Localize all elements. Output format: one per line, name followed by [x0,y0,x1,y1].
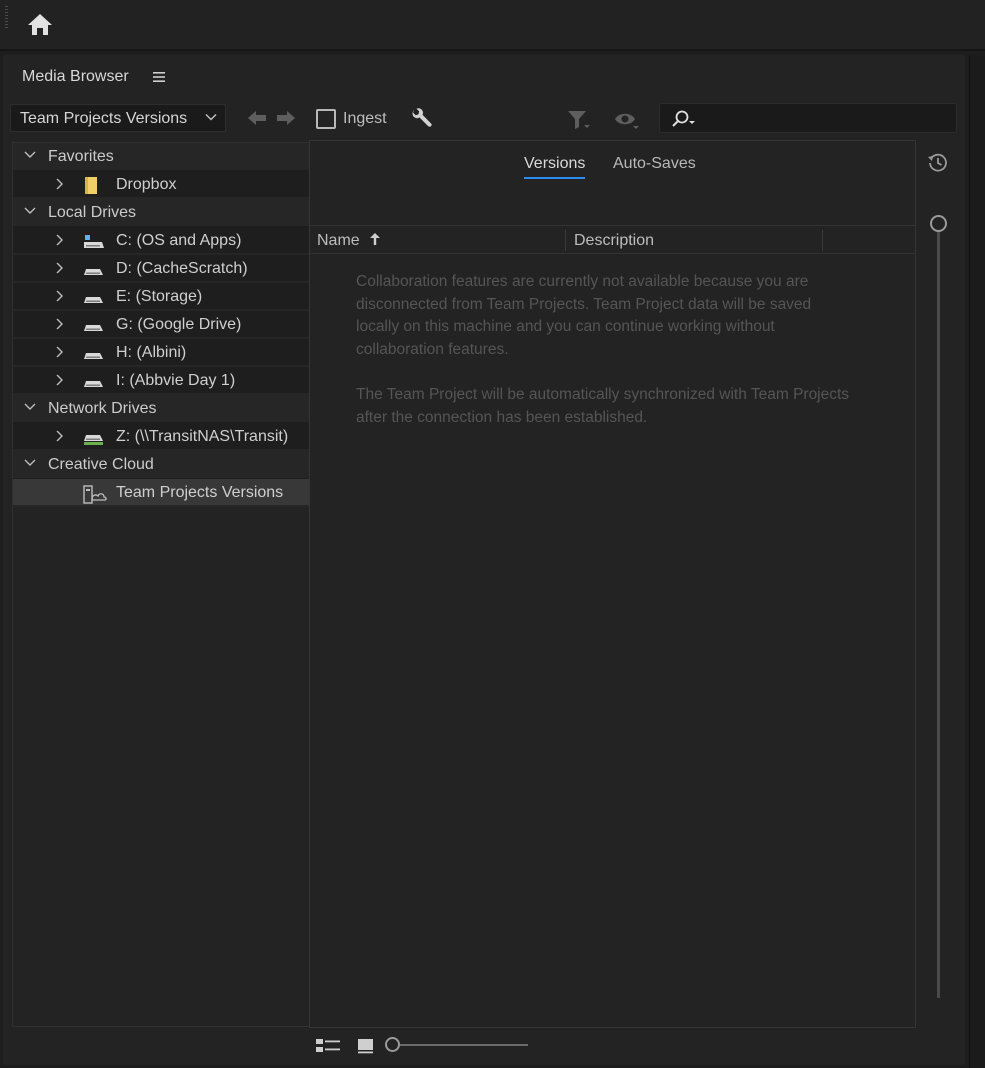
chevron-right-icon[interactable] [55,233,65,247]
adjacent-panel-edge [969,55,985,1068]
message-paragraph: The Team Project will be automatically s… [356,385,850,426]
tree-group-local-drives[interactable]: Local Drives [13,199,309,227]
sort-ascending-icon[interactable] [369,232,381,246]
tree-item-label: Z: (\\TransitNAS\Transit) [116,428,289,445]
folder-icon [85,177,97,194]
location-dropdown-value: Team Projects Versions [20,110,188,127]
tree-group-creative-cloud[interactable]: Creative Cloud [13,451,309,479]
tree-item-drive-d[interactable]: D: (CacheScratch) [13,255,309,283]
column-description[interactable]: Description [574,232,654,250]
media-browser-toolbar: Team Projects Versions Ingest [3,101,965,137]
drive-icon [84,297,103,303]
tree-item-drive-z[interactable]: Z: (\\TransitNAS\Transit) [13,423,309,451]
tree-item-label: C: (OS and Apps) [116,232,242,249]
column-header: Name Description [310,227,915,254]
filter-icon[interactable] [566,109,592,131]
thumbnail-view-icon[interactable] [356,1037,376,1055]
search-input[interactable] [700,108,950,128]
tree-item-drive-i[interactable]: I: (Abbvie Day 1) [13,367,309,395]
tab-bar: Versions Auto-Saves [310,141,915,226]
drive-icon [84,325,103,331]
tree-group-favorites[interactable]: Favorites [13,143,309,171]
tree-item-label: H: (Albini) [116,344,187,361]
ingest-label: Ingest [343,110,387,127]
tree-item-label: Team Projects Versions [116,484,284,501]
chevron-down-icon[interactable] [23,150,37,160]
vertical-slider-knob[interactable] [930,215,947,232]
tree-item-label: I: (Abbvie Day 1) [116,372,236,389]
zoom-slider-knob[interactable] [385,1037,400,1052]
panel-header: Media Browser [3,55,965,97]
home-button[interactable] [24,10,56,38]
chevron-right-icon[interactable] [55,429,65,443]
chevron-down-icon[interactable] [23,402,37,412]
panel-grip-handle[interactable] [5,6,8,28]
tab-versions[interactable]: Versions [524,155,586,179]
chevron-down-icon[interactable] [23,206,37,216]
tree-item-dropbox[interactable]: Dropbox [13,171,309,199]
network-drive-icon [84,435,103,445]
panel-title[interactable]: Media Browser [22,68,129,86]
tree-group-label: Creative Cloud [48,456,154,473]
chevron-right-icon[interactable] [55,345,65,359]
navigate-back-icon[interactable] [247,109,267,127]
column-divider[interactable] [565,230,566,251]
tab-auto-saves[interactable]: Auto-Saves [613,155,696,177]
content-area: Versions Auto-Saves Name Description Col… [309,140,916,1028]
chevron-right-icon[interactable] [55,261,65,275]
tree-item-drive-c[interactable]: C: (OS and Apps) [13,227,309,255]
tree-item-drive-g[interactable]: G: (Google Drive) [13,311,309,339]
tree-item-label: Dropbox [116,176,177,193]
search-field[interactable] [659,103,957,133]
wrench-icon[interactable] [410,107,434,131]
location-tree: Favorites Dropbox Local Drives C: (OS an… [12,142,309,1027]
tree-item-drive-e[interactable]: E: (Storage) [13,283,309,311]
list-view-icon[interactable] [315,1037,343,1055]
chevron-right-icon[interactable] [55,317,65,331]
tree-item-label: D: (CacheScratch) [116,260,248,277]
tree-item-label: E: (Storage) [116,288,203,305]
tree-item-team-projects-versions[interactable]: Team Projects Versions [13,479,309,507]
column-divider[interactable] [822,230,823,251]
history-icon[interactable] [926,151,950,175]
search-icon[interactable] [670,109,698,129]
tree-group-network-drives[interactable]: Network Drives [13,395,309,423]
drive-icon [84,269,103,275]
tree-group-label: Network Drives [48,400,157,417]
tree-item-drive-h[interactable]: H: (Albini) [13,339,309,367]
message-paragraph: Collaboration features are currently not… [356,273,812,358]
drive-icon [84,381,103,387]
chevron-down-icon[interactable] [23,458,37,468]
panel-menu-icon[interactable] [151,69,167,85]
vertical-slider-track[interactable] [937,232,940,998]
column-name[interactable]: Name [317,232,360,250]
tree-group-label: Favorites [48,148,114,165]
ingest-checkbox[interactable] [316,109,336,129]
home-icon [28,14,52,35]
chevron-right-icon[interactable] [55,177,65,191]
media-browser-panel: Media Browser Team Projects Versions Ing… [3,55,965,1065]
tree-group-label: Local Drives [48,204,137,221]
system-drive-icon [84,235,104,248]
location-dropdown[interactable]: Team Projects Versions [10,104,226,132]
chevron-right-icon[interactable] [55,373,65,387]
zoom-slider-track[interactable] [400,1044,528,1046]
eye-icon[interactable] [614,111,642,131]
team-projects-icon [83,485,107,504]
disconnected-message: Collaboration features are currently not… [356,271,856,452]
drive-icon [84,353,103,359]
chevron-right-icon[interactable] [55,289,65,303]
chevron-down-icon [205,113,217,121]
tree-item-label: G: (Google Drive) [116,316,242,333]
navigate-forward-icon[interactable] [276,109,296,127]
app-top-bar [0,0,985,51]
